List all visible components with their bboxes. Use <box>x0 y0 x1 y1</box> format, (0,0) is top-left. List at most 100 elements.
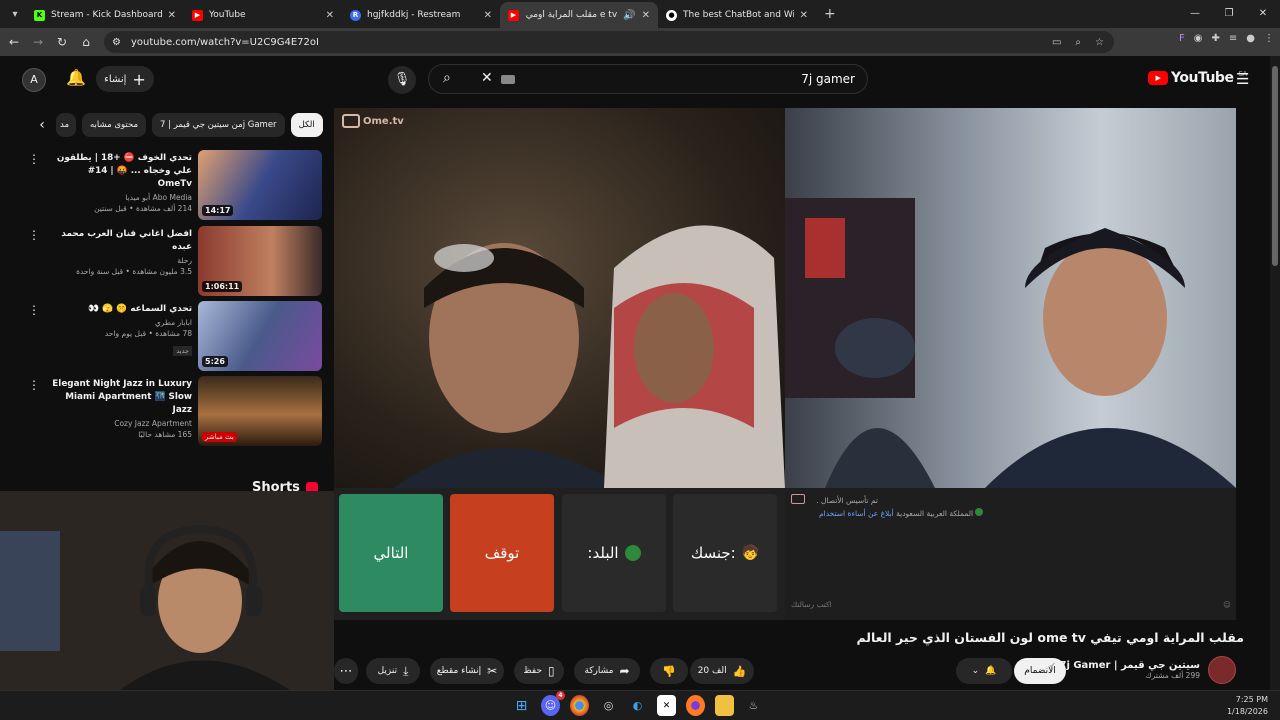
obs-icon[interactable]: ◎ <box>599 695 618 716</box>
country-selector[interactable]: البلد: <box>562 494 666 612</box>
gender-selector[interactable]: 🧒 :جنسك <box>673 494 777 612</box>
close-tab-icon[interactable]: ✕ <box>168 10 176 21</box>
chat-input[interactable]: اكتب رسالتك ☺ <box>791 596 1231 612</box>
close-tab-icon[interactable]: ✕ <box>800 10 808 21</box>
browser-tab[interactable]: ▶ YouTube ✕ <box>184 2 342 28</box>
video-title[interactable]: افضل اغاني فنان العرب محمد عبده <box>52 228 192 254</box>
keyboard-icon[interactable] <box>501 75 515 84</box>
notifications-bell-icon[interactable]: 🔔 <box>66 68 86 87</box>
forward-icon[interactable]: → <box>26 35 50 49</box>
site-info-icon[interactable]: ⚙ <box>112 37 121 48</box>
chip-channel[interactable]: من سيتين جي قيمر | 7j Gamer <box>152 113 285 137</box>
tab-title: YouTube <box>209 10 246 20</box>
search-input[interactable]: 7j gamer <box>801 72 855 86</box>
steam-icon[interactable]: ♨ <box>744 695 763 716</box>
reload-icon[interactable]: ↻ <box>50 35 74 49</box>
cast-icon[interactable]: ▭ <box>1052 37 1061 48</box>
video-thumbnail[interactable]: 14:17 <box>198 150 322 220</box>
next-button[interactable]: التالي <box>339 494 443 612</box>
emoji-icon[interactable]: ☺ <box>1223 600 1231 609</box>
back-icon[interactable]: ← <box>2 35 26 49</box>
video-title[interactable]: تحدي الخوف ⛔ +18 | يطلقون علي وخجاه ... … <box>52 152 192 191</box>
clip-button[interactable]: إنشاء مقطع ✂ <box>430 658 504 684</box>
dislike-button[interactable]: 👎 <box>650 658 688 684</box>
more-options-icon[interactable]: ⋮ <box>28 303 40 317</box>
browser-tab[interactable]: R hgjfkddkj - Restream ✕ <box>342 2 500 28</box>
like-button[interactable]: 20 الف 👍 <box>690 658 754 684</box>
extension-icon[interactable]: ◉ <box>1194 33 1203 44</box>
channel-name[interactable]: Cozy Jazz Apartment <box>52 419 192 428</box>
chevron-left-icon[interactable]: ‹ <box>34 117 50 133</box>
windows-start-icon[interactable]: ⊞ <box>512 695 531 716</box>
close-tab-icon[interactable]: ✕ <box>484 10 492 21</box>
save-button[interactable]: حفظ ▯ <box>514 658 564 684</box>
related-video[interactable]: ⋮ تحدي الخوف ⛔ +18 | يطلقون علي وخجاه ..… <box>24 150 322 220</box>
system-clock[interactable]: 7:25 PM 1/18/2026 <box>1227 694 1268 718</box>
related-video[interactable]: ⋮ Elegant Night Jazz in Luxury Miami Apa… <box>24 376 322 446</box>
video-player[interactable]: Ome.tv التالي توقف البلد: 🧒 :جنسك تم تأس… <box>334 108 1236 620</box>
related-video[interactable]: ⋮ تحدي السماعه 🤫 🫣 👀 ابابار مطري 78 مشاه… <box>24 301 322 371</box>
maximize-icon[interactable]: ❐ <box>1212 0 1246 28</box>
browser-tab[interactable]: ● The best ChatBot and Widgets ✕ <box>658 2 816 28</box>
stop-button[interactable]: توقف <box>450 494 554 612</box>
channel-name[interactable]: رحلة <box>52 256 192 265</box>
chrome-icon[interactable] <box>570 695 589 716</box>
report-abuse-link[interactable]: أبلاغ عن أساءة استخدام <box>819 509 894 518</box>
more-options-icon[interactable]: ⋮ <box>28 152 40 166</box>
voice-search-mic-icon[interactable]: 🎙 <box>388 66 416 94</box>
firefox-icon[interactable] <box>686 695 705 716</box>
more-options-icon[interactable]: ⋮ <box>28 228 40 242</box>
browser-menu-icon[interactable]: ⋮ <box>1264 33 1274 44</box>
tab-search-button[interactable]: ▾ <box>4 4 26 24</box>
youtube-logo[interactable]: ▶ YouTube SA <box>1148 70 1247 86</box>
duration-badge: 5:26 <box>202 356 228 367</box>
search-icon[interactable]: ⌕ <box>443 70 451 86</box>
channel-name[interactable]: ابابار مطري <box>52 318 192 327</box>
channel-name[interactable]: Abo Media أبو ميديا <box>52 193 192 202</box>
notification-bell-button[interactable]: ⌄ 🔔 <box>956 658 1012 684</box>
video-title[interactable]: Elegant Night Jazz in Luxury Miami Apart… <box>52 378 192 417</box>
hamburger-menu-icon[interactable]: ☰ <box>1236 70 1249 88</box>
profile-icon[interactable]: ● <box>1246 33 1255 44</box>
audio-icon[interactable]: 🔊 <box>623 10 635 21</box>
video-thumbnail[interactable]: 5:26 <box>198 301 322 371</box>
download-label: تنزيل <box>377 666 398 676</box>
video-title[interactable]: تحدي السماعه 🤫 🫣 👀 <box>52 303 192 316</box>
video-thumbnail[interactable]: بث مباشر <box>198 376 322 446</box>
close-window-icon[interactable]: ✕ <box>1246 0 1280 28</box>
more-options-icon[interactable]: ⋮ <box>28 378 40 392</box>
channel-avatar[interactable] <box>1208 656 1236 684</box>
share-button[interactable]: مشاركة ➦ <box>574 658 640 684</box>
puzzle-icon[interactable]: ✚ <box>1211 33 1219 44</box>
channel-name[interactable]: سيتين جي قيمر | 7j Gamer ✔ <box>1049 660 1200 671</box>
capcut-icon[interactable]: ✕ <box>657 695 676 716</box>
browser-tab[interactable]: K Stream - Kick Dashboard ✕ <box>26 2 184 28</box>
edge-icon[interactable]: ◐ <box>628 695 647 716</box>
home-icon[interactable]: ⌂ <box>74 35 98 49</box>
chip-all[interactable]: الكل <box>290 113 323 137</box>
scrollbar-thumb[interactable] <box>1272 66 1278 266</box>
zoom-icon[interactable]: ⌕ <box>1075 37 1081 48</box>
chip-more[interactable]: مد <box>56 113 76 137</box>
reading-list-icon[interactable]: ≡ <box>1229 33 1237 44</box>
related-video[interactable]: ⋮ افضل اغاني فنان العرب محمد عبده رحلة 3… <box>24 226 322 296</box>
more-actions-button[interactable]: ⋯ <box>334 658 358 684</box>
file-explorer-icon[interactable] <box>715 695 734 716</box>
close-tab-icon[interactable]: ✕ <box>326 10 334 21</box>
browser-tab-active[interactable]: ▶ e tv مقلب المراية اومي تيفي 🔊 ✕ <box>500 2 658 28</box>
minimize-icon[interactable]: — <box>1178 0 1212 28</box>
bookmark-star-icon[interactable]: ☆ <box>1095 37 1104 48</box>
create-button[interactable]: إنشاء + <box>96 66 154 92</box>
discord-icon[interactable]: ☺ 4 <box>541 691 565 716</box>
video-thumbnail[interactable]: 1:06:11 <box>198 226 322 296</box>
extension-icon[interactable]: F <box>1179 33 1185 44</box>
close-tab-icon[interactable]: ✕ <box>642 10 650 21</box>
download-button[interactable]: تنزيل ⤓ <box>366 658 420 684</box>
account-avatar[interactable]: A <box>22 68 46 92</box>
page-scrollbar[interactable] <box>1270 56 1280 690</box>
chip-related[interactable]: محتوى مشابه <box>82 113 146 137</box>
search-box[interactable]: ⌕ ✕ 7j gamer <box>428 64 868 94</box>
new-tab-icon[interactable]: + <box>824 6 836 22</box>
address-bar[interactable]: ⚙ youtube.com/watch?v=U2C9G4E72oI ▭ ⌕ ☆ <box>104 31 1114 53</box>
clear-search-icon[interactable]: ✕ <box>481 70 493 86</box>
